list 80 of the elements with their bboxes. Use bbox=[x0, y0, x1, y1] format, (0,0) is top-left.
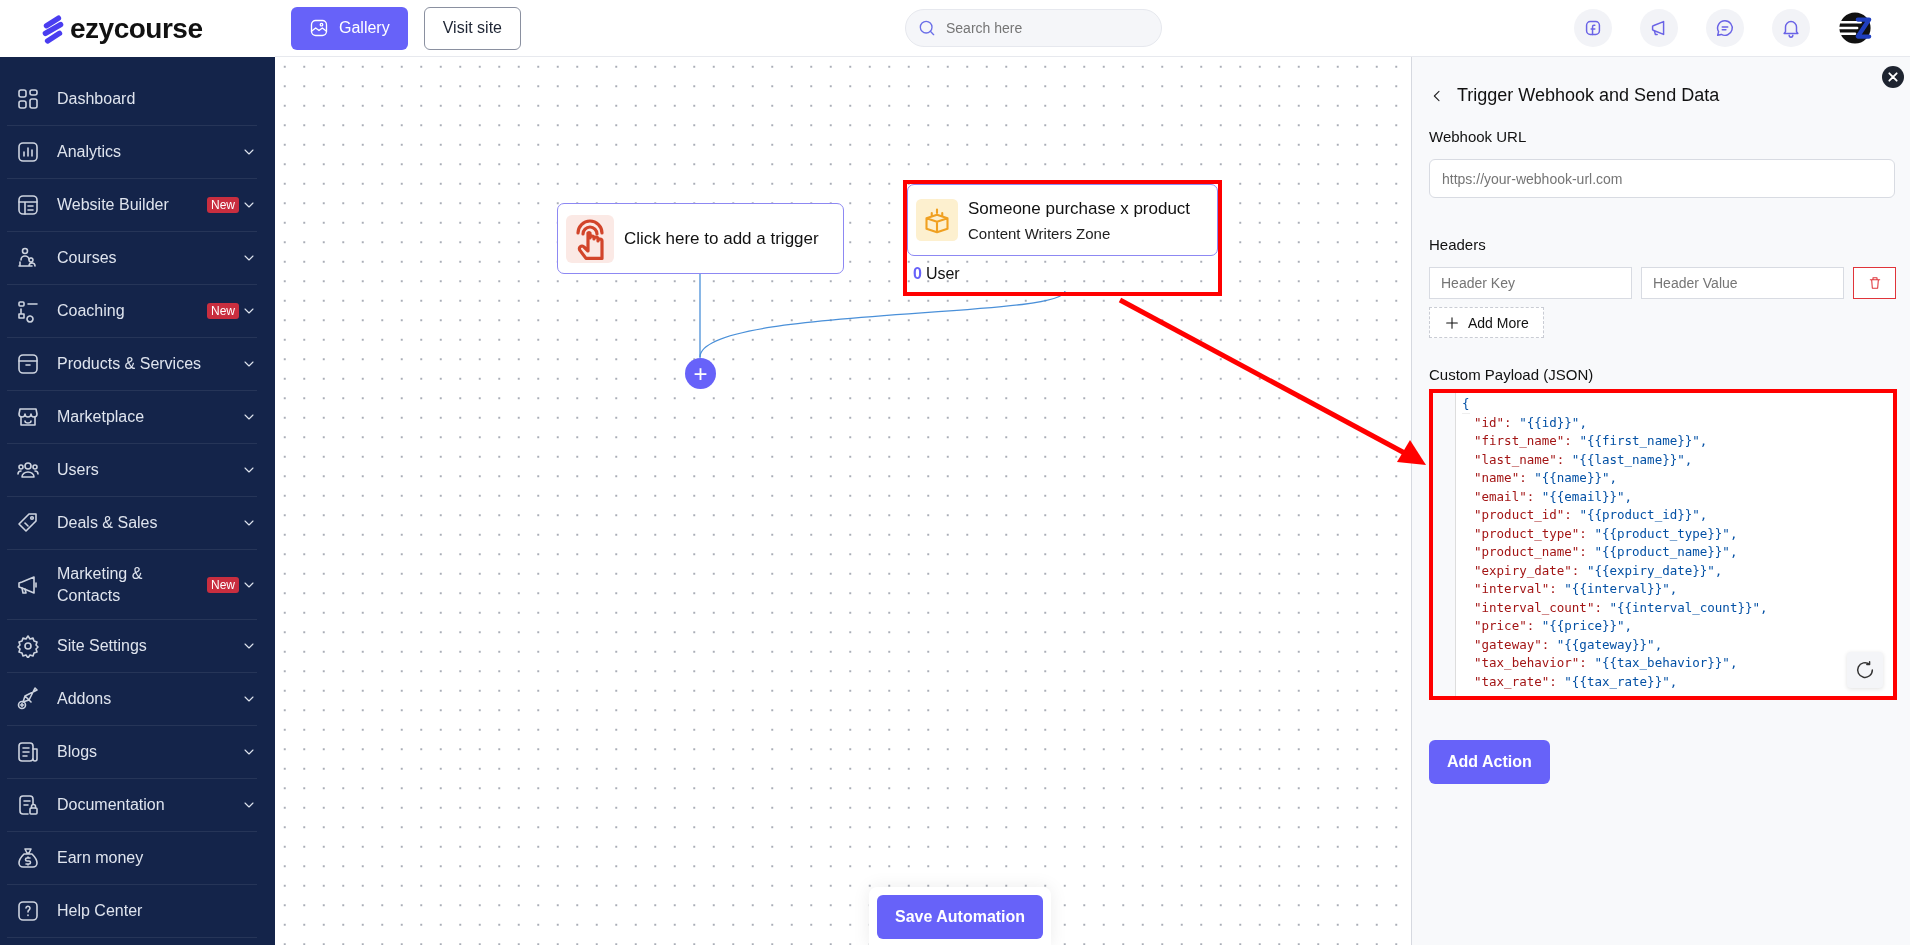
sidebar-item[interactable]: Website Builder New bbox=[7, 179, 257, 232]
facebook-button[interactable] bbox=[1574, 9, 1612, 47]
code-line: "price": "{{price}}", bbox=[1473, 617, 1633, 635]
code-line: "last_name": "{{last_name}}", bbox=[1473, 450, 1693, 469]
sidebar-item[interactable]: Dashboard bbox=[7, 73, 257, 126]
code-line: "product_name": "{{product_name}}", bbox=[1473, 543, 1738, 561]
delete-button[interactable] bbox=[1853, 267, 1896, 299]
add-more-button[interactable]: Add More bbox=[1429, 307, 1544, 338]
add-step-button[interactable]: + bbox=[685, 358, 716, 389]
refresh-button[interactable] bbox=[1847, 652, 1883, 688]
trigger-node[interactable]: Click here to add a trigger bbox=[557, 203, 844, 274]
chat-icon bbox=[1714, 17, 1736, 39]
field-label: Webhook URL bbox=[1429, 128, 1528, 145]
chart-icon bbox=[16, 140, 40, 164]
store-icon bbox=[16, 405, 40, 429]
avatar-icon bbox=[1838, 11, 1872, 45]
plus-icon bbox=[1444, 314, 1460, 331]
sidebar-item[interactable]: Addons bbox=[7, 673, 257, 726]
sidebar-item[interactable]: Deals & Sales bbox=[7, 497, 257, 550]
sidebar-item[interactable]: Site Settings bbox=[7, 620, 257, 673]
document-lock-icon bbox=[16, 793, 40, 817]
sidebar-item[interactable]: Blogs bbox=[7, 726, 257, 779]
help-icon bbox=[16, 899, 40, 923]
code-line: "product_id": "{{product_id}}", bbox=[1473, 506, 1708, 524]
code-line: "email": "{{email}}", bbox=[1473, 487, 1633, 506]
code-line: "interval_count": "{{interval_count}}", bbox=[1473, 598, 1768, 617]
gear-icon bbox=[16, 634, 40, 658]
new-badge: New bbox=[207, 197, 239, 213]
visit-site-button[interactable]: Visit site bbox=[423, 6, 521, 50]
header-value-field[interactable]: Header Value bbox=[1641, 267, 1844, 299]
field-label: Headers bbox=[1429, 236, 1487, 253]
new-badge: New bbox=[207, 576, 239, 593]
sidebar-item[interactable]: Courses bbox=[7, 232, 257, 285]
sidebar-item[interactable]: Analytics bbox=[7, 126, 257, 179]
webhook-url-field[interactable]: https://your-webhook-url.com bbox=[1429, 159, 1895, 198]
code-line: "id": "{{id}}", bbox=[1473, 413, 1587, 432]
sidebar-item[interactable]: Products & Services bbox=[7, 338, 257, 391]
code-line: "tax_rate": "{{tax_rate}}", bbox=[1473, 672, 1678, 691]
money-bag-icon bbox=[16, 846, 40, 870]
flow-icon bbox=[16, 299, 40, 323]
sidebar-item[interactable]: Help Center bbox=[7, 885, 257, 938]
hand-tap-icon bbox=[566, 214, 614, 263]
box-icon bbox=[16, 352, 40, 376]
close-icon bbox=[1882, 66, 1904, 88]
bell-button[interactable] bbox=[1772, 9, 1810, 47]
user-count: 0 User bbox=[912, 264, 961, 284]
tag-icon bbox=[16, 511, 40, 535]
save-automation-button[interactable]: Save Automation bbox=[877, 895, 1044, 939]
layout-icon bbox=[16, 193, 40, 217]
code-line: "name": "{{name}}", bbox=[1473, 469, 1617, 487]
panel-title: Trigger Webhook and Send Data bbox=[1457, 85, 1720, 106]
document-icon bbox=[16, 740, 40, 764]
code-line: { bbox=[1462, 395, 1470, 414]
refresh-icon bbox=[1854, 659, 1876, 681]
header-key-field[interactable]: Header Key bbox=[1429, 267, 1632, 299]
field-label: Custom Payload (JSON) bbox=[1429, 366, 1595, 383]
code-line: "interval": "{{interval}}", bbox=[1473, 580, 1678, 598]
gift-box-icon bbox=[916, 199, 958, 241]
add-action-button[interactable]: Add Action bbox=[1429, 740, 1550, 784]
code-line: "product_type": "{{product_type}}", bbox=[1473, 524, 1738, 543]
gallery-button[interactable]: Gallery bbox=[291, 6, 408, 50]
sidebar-item[interactable]: Documentation bbox=[7, 779, 257, 832]
code-line: "gateway": "{{gateway}}", bbox=[1473, 635, 1663, 654]
event-subtitle: Content Writers Zone bbox=[968, 224, 1112, 242]
code-line: "first_name": "{{first_name}}", bbox=[1473, 432, 1708, 450]
code-line: "tax_behavior": "{{tax_behavior}}", bbox=[1473, 654, 1738, 672]
chat-button[interactable] bbox=[1706, 9, 1744, 47]
dashboard-icon bbox=[16, 87, 40, 111]
new-badge: New bbox=[207, 303, 239, 319]
sidebar-item[interactable]: Marketplace bbox=[7, 391, 257, 444]
sidebar-item[interactable]: Users bbox=[7, 444, 257, 497]
code-line: "expiry_date": "{{expiry_date}}", bbox=[1473, 561, 1723, 580]
image-icon bbox=[309, 18, 329, 38]
event-title: Someone purchase x product bbox=[968, 198, 1191, 219]
sidebar-item[interactable]: Coaching New bbox=[7, 285, 257, 338]
sidebar-item[interactable]: Earn money bbox=[7, 832, 257, 885]
search-field[interactable]: Search here bbox=[904, 9, 1162, 47]
sidebar-item[interactable]: Marketing & Contacts New bbox=[7, 550, 257, 620]
megaphone-button[interactable] bbox=[1640, 9, 1678, 47]
brand-name: ezycourse bbox=[70, 12, 203, 45]
